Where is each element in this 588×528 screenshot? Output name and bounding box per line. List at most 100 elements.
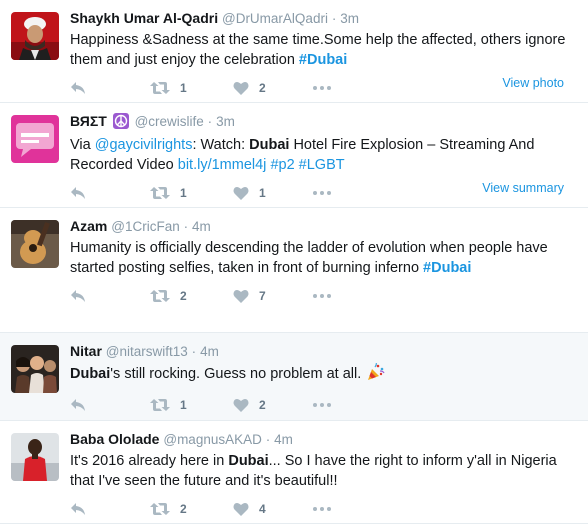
heart-icon [233, 81, 249, 95]
display-name[interactable]: Shaykh Umar Al-Qadri [70, 10, 218, 26]
like-count: 1 [259, 186, 266, 200]
timestamp[interactable]: 4m [274, 432, 293, 447]
more-button[interactable] [313, 286, 331, 306]
retweet-icon [150, 290, 170, 302]
reply-button[interactable] [70, 183, 86, 203]
like-button[interactable]: 4 [233, 499, 266, 519]
reply-icon [71, 82, 85, 94]
retweet-count: 2 [180, 502, 187, 516]
retweet-count: 1 [180, 398, 187, 412]
tweet-text-segment: Via [70, 137, 95, 153]
tweet-actions: 2 7 [70, 278, 576, 316]
display-name[interactable]: Azam [70, 218, 107, 234]
tweet-header: Nitar @nitarswift13 · 4m [70, 342, 576, 361]
timestamp[interactable]: 4m [192, 219, 211, 234]
retweet-icon [150, 399, 170, 411]
display-name[interactable]: Nitar [70, 343, 102, 359]
reply-icon [71, 290, 85, 302]
keyword-highlight: Dubai [249, 137, 290, 153]
tweet[interactable]: Nitar @nitarswift13 · 4m Dubai's still r… [0, 333, 588, 421]
like-count: 4 [259, 502, 266, 516]
like-button[interactable]: 7 [233, 286, 266, 306]
tweet-actions: 1 2 [70, 387, 576, 425]
hashtag-link[interactable]: #LGBT [299, 157, 345, 173]
mention-link[interactable]: @gaycivilrights [95, 137, 193, 153]
username[interactable]: @nitarswift13 [106, 344, 188, 359]
retweet-button[interactable]: 2 [150, 499, 187, 519]
username[interactable]: @crewislife [135, 114, 204, 129]
retweet-count: 1 [180, 186, 187, 200]
more-button[interactable] [313, 183, 331, 203]
heart-icon [233, 502, 249, 516]
separator-dot: · [191, 344, 197, 359]
tweet-header: ВЯΣТ @crewislife · 3m [70, 112, 576, 133]
retweet-button[interactable]: 2 [150, 286, 187, 306]
heart-icon [233, 398, 249, 412]
like-button[interactable]: 2 [233, 395, 266, 415]
tweet[interactable]: Azam @1CricFan · 4m Humanity is official… [0, 208, 588, 333]
hashtag-link[interactable]: #Dubai [423, 260, 471, 276]
more-dots-icon [313, 507, 331, 511]
reply-icon [71, 187, 85, 199]
avatar[interactable] [11, 220, 59, 268]
like-count: 2 [259, 81, 266, 95]
heart-icon [233, 289, 249, 303]
tweet-text-segment: It's 2016 already here in [70, 453, 229, 469]
more-button[interactable] [313, 78, 331, 98]
separator-dot: · [265, 432, 271, 447]
timestamp[interactable]: 3m [340, 11, 359, 26]
reply-icon [71, 399, 85, 411]
view-photo-link[interactable]: View photo [502, 76, 564, 90]
reply-button[interactable] [70, 499, 86, 519]
retweet-button[interactable]: 1 [150, 78, 187, 98]
reply-button[interactable] [70, 78, 86, 98]
avatar[interactable] [11, 433, 59, 481]
like-button[interactable]: 1 [233, 183, 266, 203]
tweet-header: Shaykh Umar Al-Qadri @DrUmarAlQadri · 3m [70, 9, 576, 28]
more-dots-icon [313, 191, 331, 195]
separator-dot: · [331, 11, 337, 26]
retweet-icon [150, 82, 170, 94]
retweet-count: 1 [180, 81, 187, 95]
hashtag-link[interactable]: #Dubai [299, 52, 347, 68]
hashtag-link[interactable]: #p2 [270, 157, 294, 173]
more-dots-icon [313, 294, 331, 298]
tweet-text: It's 2016 already here in Dubai... So I … [70, 451, 576, 491]
tweet-header: Baba Ololade @magnusAKAD · 4m [70, 430, 576, 449]
separator-dot: · [183, 219, 189, 234]
tweet-text-segment: Humanity is officially descending the la… [70, 240, 548, 276]
tweet[interactable]: ВЯΣТ @crewislife · 3m Via @gaycivilright… [0, 103, 588, 208]
reply-button[interactable] [70, 286, 86, 306]
tweet-text: Dubai's still rocking. Guess no problem … [70, 362, 576, 387]
peace-sign-icon [112, 113, 129, 133]
username[interactable]: @DrUmarAlQadri [222, 11, 328, 26]
more-dots-icon [313, 403, 331, 407]
avatar[interactable] [11, 115, 59, 163]
avatar[interactable] [11, 345, 59, 393]
more-dots-icon [313, 86, 331, 90]
timestamp[interactable]: 3m [216, 114, 235, 129]
tweet[interactable]: Shaykh Umar Al-Qadri @DrUmarAlQadri · 3m… [0, 0, 588, 103]
avatar[interactable] [11, 12, 59, 60]
like-button[interactable]: 2 [233, 78, 266, 98]
display-name[interactable]: ВЯΣТ [70, 113, 107, 129]
view-summary-link[interactable]: View summary [482, 181, 564, 195]
separator-dot: · [207, 114, 213, 129]
keyword-highlight: Dubai [70, 366, 111, 382]
more-button[interactable] [313, 395, 331, 415]
timestamp[interactable]: 4m [200, 344, 219, 359]
retweet-button[interactable]: 1 [150, 183, 187, 203]
tweet-timeline: Shaykh Umar Al-Qadri @DrUmarAlQadri · 3m… [0, 0, 588, 528]
url-link[interactable]: bit.ly/1mmel4j [178, 157, 267, 173]
tweet-actions: 2 4 [70, 491, 576, 528]
username[interactable]: @1CricFan [111, 219, 179, 234]
username[interactable]: @magnusAKAD [163, 432, 262, 447]
retweet-icon [150, 187, 170, 199]
retweet-button[interactable]: 1 [150, 395, 187, 415]
display-name[interactable]: Baba Ololade [70, 431, 159, 447]
tweet-text: Humanity is officially descending the la… [70, 238, 576, 278]
like-count: 2 [259, 398, 266, 412]
reply-button[interactable] [70, 395, 86, 415]
more-button[interactable] [313, 499, 331, 519]
tweet[interactable]: Baba Ololade @magnusAKAD · 4m It's 2016 … [0, 421, 588, 524]
